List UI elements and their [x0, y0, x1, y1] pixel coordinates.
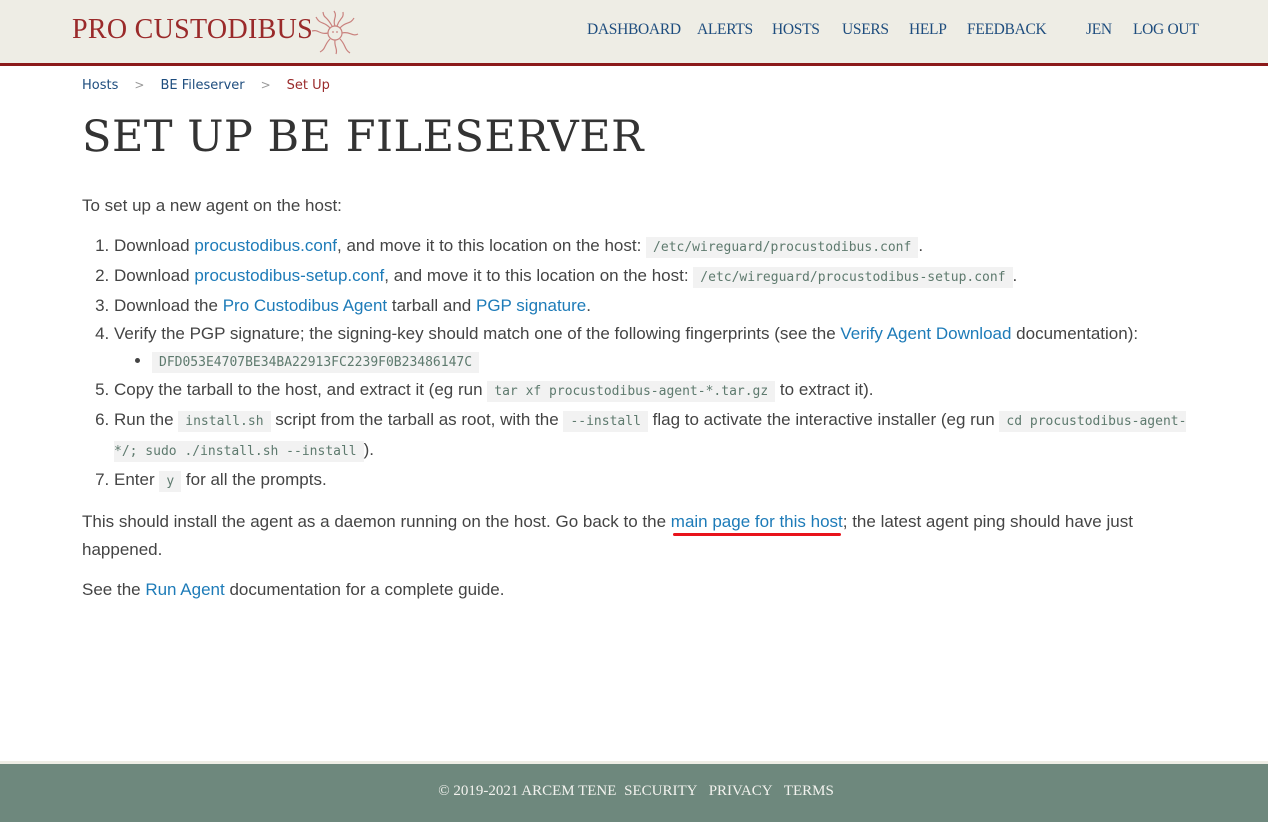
step-text: , and move it to this location on the ho… — [337, 236, 647, 255]
prompt-answer-code: y — [159, 471, 182, 492]
breadcrumb: Hosts > BE Fileserver > Set Up — [82, 78, 330, 93]
step-text: Download the — [114, 296, 223, 315]
conf-path-code: /etc/wireguard/procustodibus.conf — [646, 237, 919, 258]
guide-text: See the Run Agent documentation for a co… — [82, 576, 1192, 604]
fingerprint-item: DFD053E4707BE34BA22913FC2239F0B23486147C — [152, 348, 1192, 376]
step-text: . — [1012, 266, 1018, 285]
fingerprint-code: DFD053E4707BE34BA22913FC2239F0B23486147C — [152, 352, 480, 373]
nav-hosts[interactable]: HOSTS — [772, 21, 820, 39]
intro-text: To set up a new agent on the host: — [82, 196, 342, 215]
step-6: Run the install.sh script from the tarba… — [114, 406, 1192, 466]
breadcrumb-host[interactable]: BE Fileserver — [160, 78, 244, 93]
install-flag-code: --install — [563, 411, 648, 432]
step-4: Verify the PGP signature; the signing-ke… — [114, 320, 1192, 376]
step-1: Download procustodibus.conf, and move it… — [114, 232, 1192, 262]
pgp-signature-link[interactable]: PGP signature — [476, 296, 586, 315]
site-footer: © 2019-2021 ARCEM TENE SECURITY PRIVACY … — [0, 761, 1268, 822]
step-text: Download — [114, 236, 195, 255]
setup-conf-path-code: /etc/wireguard/procustodibus-setup.conf — [693, 267, 1013, 288]
setup-instructions: To set up a new agent on the host: Downl… — [82, 192, 1192, 604]
run-agent-doc-link[interactable]: Run Agent — [145, 580, 224, 599]
download-conf-link[interactable]: procustodibus.conf — [194, 236, 337, 255]
footer-privacy-link[interactable]: PRIVACY — [709, 783, 772, 799]
nav-feedback[interactable]: FEEDBACK — [967, 21, 1047, 39]
nav-logout[interactable]: LOG OUT — [1133, 21, 1199, 39]
nav-dashboard[interactable]: DASHBOARD — [587, 21, 681, 39]
medusa-logo-icon — [311, 10, 359, 55]
setup-steps: Download procustodibus.conf, and move it… — [82, 232, 1192, 496]
download-agent-link[interactable]: Pro Custodibus Agent — [223, 296, 387, 315]
step-text: for all the prompts. — [181, 470, 327, 489]
step-text: Verify the PGP signature; the signing-ke… — [114, 324, 841, 343]
step-text: , and move it to this location on the ho… — [384, 266, 694, 285]
step-text: flag to activate the interactive install… — [647, 410, 1000, 429]
step-3: Download the Pro Custodibus Agent tarbal… — [114, 292, 1192, 320]
step-text: to extract it). — [775, 380, 874, 399]
site-header: PRO CUSTODIBUS DASHBOARD ALERTS HOSTS US… — [0, 0, 1268, 66]
step-text: ). — [363, 440, 375, 459]
outro-text-pre: This should install the agent as a daemo… — [82, 512, 671, 531]
footer-terms-link[interactable]: TERMS — [784, 783, 834, 799]
breadcrumb-hosts[interactable]: Hosts — [82, 78, 118, 93]
step-2: Download procustodibus-setup.conf, and m… — [114, 262, 1192, 292]
footer-security-link[interactable]: SECURITY — [624, 783, 697, 799]
breadcrumb-separator: > — [134, 78, 145, 92]
logo-link[interactable]: PRO CUSTODIBUS — [72, 14, 313, 46]
step-text: Run the — [114, 410, 179, 429]
download-setup-conf-link[interactable]: procustodibus-setup.conf — [194, 266, 384, 285]
page-title: SET UP BE FILESERVER — [82, 112, 644, 162]
step-text: . — [586, 296, 591, 315]
step-text: . — [918, 236, 924, 255]
step-text: Enter — [114, 470, 160, 489]
step-text: Download — [114, 266, 195, 285]
nav-users[interactable]: USERS — [842, 21, 889, 39]
step-text: script from the tarball as root, with th… — [270, 410, 564, 429]
install-script-code: install.sh — [178, 411, 271, 432]
nav-alerts[interactable]: ALERTS — [697, 21, 753, 39]
nav-help[interactable]: HELP — [909, 21, 947, 39]
fingerprint-list: DFD053E4707BE34BA22913FC2239F0B23486147C — [114, 348, 1192, 376]
breadcrumb-separator: > — [260, 78, 271, 92]
step-5: Copy the tarball to the host, and extrac… — [114, 376, 1192, 406]
host-main-page-link[interactable]: main page for this host — [671, 512, 843, 531]
step-text: tarball and — [387, 296, 476, 315]
breadcrumb-current: Set Up — [286, 78, 330, 93]
verify-download-doc-link[interactable]: Verify Agent Download — [840, 324, 1011, 343]
guide-text-pre: See the — [82, 580, 146, 599]
extract-command-code: tar xf procustodibus-agent-*.tar.gz — [487, 381, 776, 402]
step-text: documentation): — [1011, 324, 1139, 343]
outro-text: This should install the agent as a daemo… — [82, 508, 1192, 564]
step-text: Copy the tarball to the host, and extrac… — [114, 380, 488, 399]
nav-user-profile[interactable]: JEN — [1086, 21, 1112, 39]
step-7: Enter y for all the prompts. — [114, 466, 1192, 496]
copyright-text: © 2019-2021 ARCEM TENE — [438, 783, 617, 799]
guide-text-post: documentation for a complete guide. — [224, 580, 505, 599]
